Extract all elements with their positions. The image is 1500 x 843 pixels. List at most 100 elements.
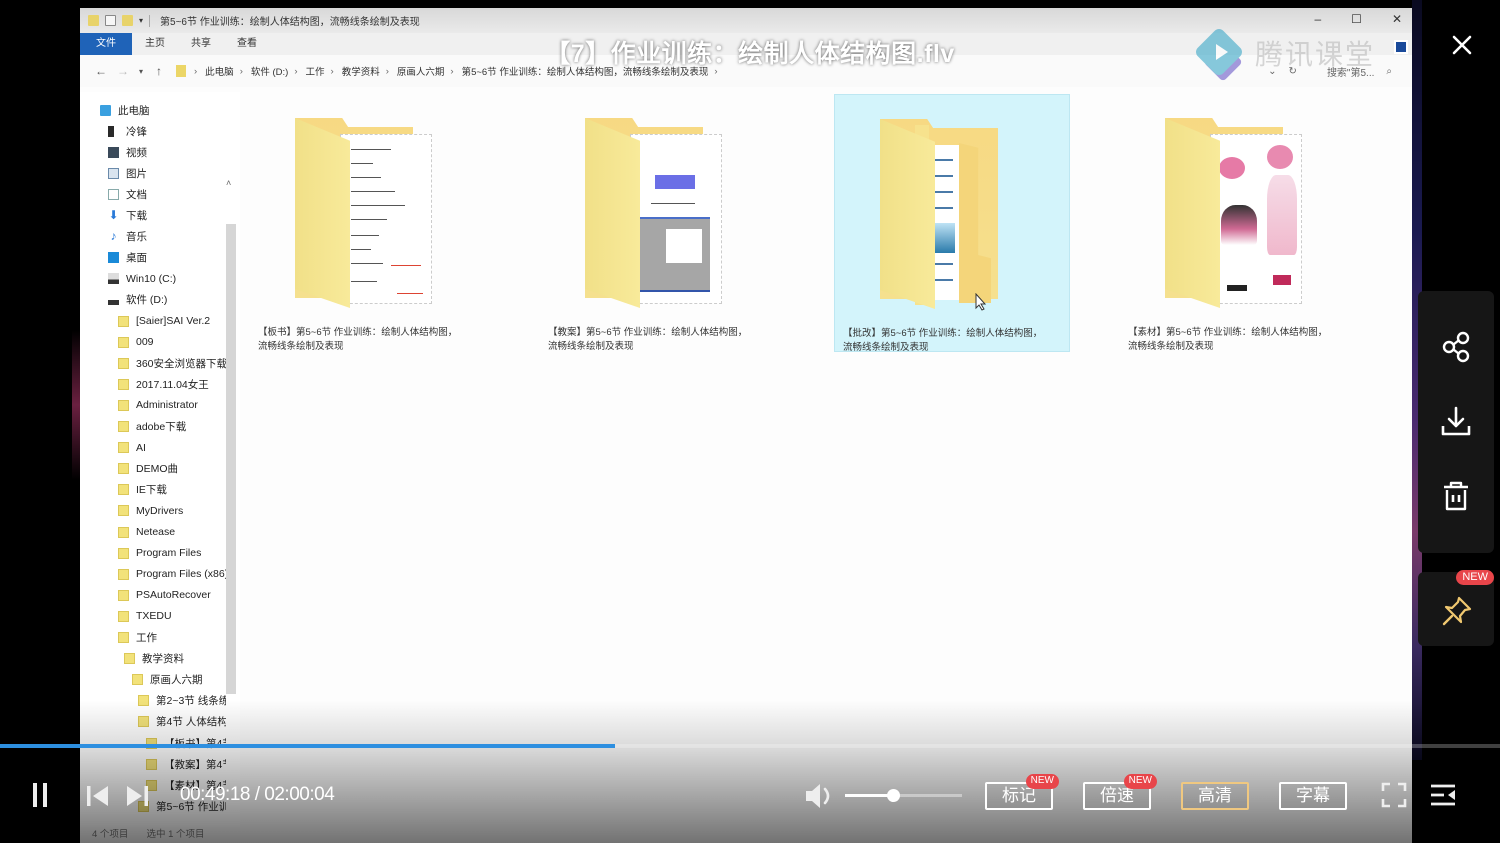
volume-icon: [806, 784, 830, 808]
nav-item-label: 2017.11.04女王: [136, 378, 209, 391]
folder-icon: [118, 442, 129, 454]
nav-item-label: Program Files: [136, 547, 202, 560]
character-hair: [1219, 157, 1245, 179]
nav-item-label: 音乐: [126, 231, 147, 244]
divider: [149, 14, 151, 27]
playback-time: 00:49:18 / 02:00:04: [180, 784, 335, 805]
scribble: [351, 281, 377, 282]
doc-line: [933, 191, 953, 193]
nav-scrollbar: [226, 224, 236, 694]
pin-panel: NEW: [1418, 570, 1494, 646]
pin-button[interactable]: [1440, 594, 1474, 628]
playback-progress-bar[interactable]: [0, 744, 1500, 748]
video-frame[interactable]: ▾ 第5~6节 作业训练：绘制人体结构图，流畅线条绘制及表现 – ☐ ✕ 文件 …: [80, 8, 1412, 843]
scribble: [397, 293, 423, 294]
folder-front: [585, 118, 640, 308]
share-icon: [1442, 331, 1470, 363]
scribble: [351, 149, 391, 150]
doc-line: [933, 159, 953, 161]
volume-slider[interactable]: [845, 789, 962, 802]
window-controls: – ☐ ✕: [1314, 12, 1402, 26]
explorer-window-title: 第5~6节 作业训练：绘制人体结构图，流畅线条绘制及表现: [160, 17, 420, 28]
nav-item-label: AI: [136, 441, 146, 454]
notes-preview: [340, 134, 432, 304]
scribble: [351, 219, 387, 220]
speed-button-label: 倍速: [1100, 786, 1134, 805]
scribble: [351, 191, 395, 192]
scribble: [651, 203, 695, 204]
doc-image: [933, 223, 955, 253]
volume-slider-handle[interactable]: [886, 789, 900, 802]
share-button[interactable]: [1438, 329, 1474, 365]
nav-item-label: 【教案】第4节: [164, 758, 226, 771]
folder-icon: [118, 589, 129, 601]
folder-icon: [118, 568, 129, 580]
explorer-status-bar: 4 个项目 选中 1 个项目: [80, 823, 1412, 843]
folder-icon: [118, 610, 129, 622]
nav-item-label: 【板书】第4节: [164, 736, 226, 751]
quality-button[interactable]: 高清: [1181, 782, 1249, 810]
folder-front: [1165, 118, 1220, 308]
folder-front: [295, 118, 350, 308]
nav-item: ⬇ 下载: [108, 206, 226, 226]
nav-item: Netease: [118, 522, 226, 542]
nav-item: TXEDU: [118, 606, 226, 626]
nav-item-label: 文档: [126, 188, 147, 201]
fullscreen-button[interactable]: [1381, 782, 1407, 808]
folder-icon: [118, 421, 129, 432]
nav-item: 第4节 人体结构: [138, 712, 226, 732]
nav-item-label: Win10 (C:): [126, 272, 177, 285]
nav-item: 第2~3节 线条练习: [138, 691, 226, 711]
pause-button[interactable]: [33, 783, 53, 809]
nav-item-label: Program Files (x86): [136, 568, 226, 581]
playlist-button[interactable]: [1429, 782, 1457, 808]
drive-icon: [108, 273, 119, 285]
mouse-cursor-icon: [975, 293, 987, 311]
download-button[interactable]: [1438, 404, 1474, 440]
nav-item: 【板书】第4节: [146, 733, 226, 753]
folder-icon: [118, 336, 129, 348]
volume-button[interactable]: [804, 782, 836, 810]
subtitle-button[interactable]: 字幕: [1279, 782, 1347, 810]
nav-item-label: 009: [136, 336, 154, 349]
close-player-button[interactable]: [1448, 33, 1476, 61]
new-folder-icon: [122, 15, 133, 26]
tencent-classroom-watermark: 腾讯课堂: [1193, 26, 1375, 82]
nav-item-label: 第4节 人体结构: [156, 716, 226, 729]
nav-item: 桌面: [108, 248, 226, 268]
pictures-icon: [108, 167, 119, 179]
scroll-up-icon: ˄: [226, 178, 232, 188]
nav-item: 工作: [118, 628, 226, 648]
nav-item-label: DEMO曲: [136, 463, 178, 476]
nav-item: 冷锋: [108, 121, 226, 141]
next-button[interactable]: [125, 785, 149, 807]
file-tile-board-notes: 【板书】第5~6节 作业训练：绘制人体结构图， 流畅线条绘制及表现: [250, 94, 486, 352]
delete-button[interactable]: [1438, 478, 1474, 514]
playback-speed-button[interactable]: 倍速 NEW: [1083, 774, 1157, 810]
chevron-down-icon: ▾: [139, 16, 144, 25]
pause-bar: [33, 783, 37, 807]
file-name-line: 流畅线条绘制及表现: [843, 342, 929, 353]
tencent-classroom-logo-icon: [1193, 26, 1249, 82]
maximize-icon: ☐: [1351, 12, 1362, 26]
file-name-line: 【教案】第5~6节 作业训练：绘制人体结构图，: [548, 327, 748, 338]
nav-item: 文档: [108, 184, 226, 204]
nav-item: 此电脑: [100, 100, 226, 120]
folder-icon: [118, 315, 129, 327]
nav-item: ♪ 音乐: [108, 227, 226, 247]
doc-line: [933, 175, 953, 177]
selected-count: 选中 1 个项目: [146, 829, 205, 840]
videos-icon: [108, 146, 119, 158]
nav-item-label: 冷锋: [126, 125, 147, 138]
mark-button[interactable]: 标记 NEW: [985, 774, 1059, 810]
documents-icon: [108, 188, 119, 200]
nav-item-label: 工作: [136, 632, 157, 644]
doc-line: [933, 207, 953, 209]
nav-item-label: 视频: [126, 146, 147, 159]
character-dress: [1221, 205, 1257, 245]
previous-button[interactable]: [86, 785, 110, 807]
close-icon: ✕: [1391, 12, 1402, 26]
folder-icon: [118, 463, 129, 475]
video-backdrop-left: [72, 330, 80, 480]
nav-item: Administrator: [118, 395, 226, 415]
